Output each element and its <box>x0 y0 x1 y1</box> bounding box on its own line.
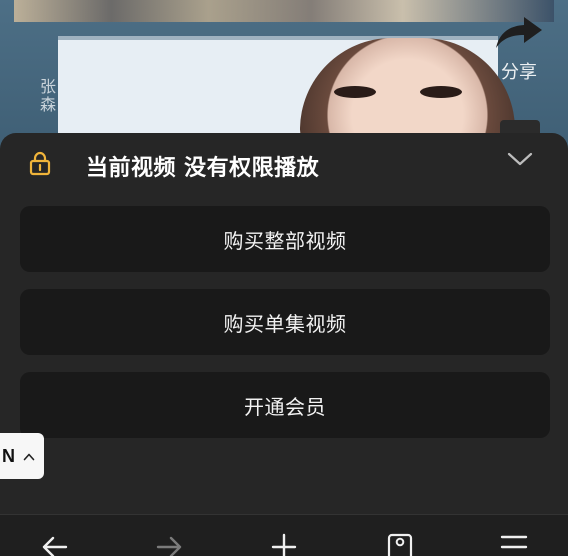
sheet-title: 当前视频 没有权限播放 <box>86 156 320 181</box>
tabs-button[interactable] <box>380 531 420 556</box>
plus-icon <box>270 531 298 556</box>
forward-button[interactable] <box>150 531 190 556</box>
video-player-area[interactable]: 张森 分享 <box>0 0 568 150</box>
open-membership-label: 开通会员 <box>244 394 326 419</box>
poster-eye-right <box>420 86 462 98</box>
poster-eye-left <box>334 86 376 98</box>
poster-top-strip <box>14 0 554 22</box>
menu-button[interactable] <box>494 531 534 556</box>
poster-side-text: 张森 <box>37 78 56 114</box>
menu-icon <box>499 531 529 556</box>
chevron-up-icon <box>23 447 35 466</box>
buy-full-series-label: 购买整部视频 <box>223 228 347 253</box>
back-arrow-icon <box>39 531 69 556</box>
sheet-actions: 购买整部视频 购买单集视频 开通会员 <box>20 206 550 455</box>
open-membership-button[interactable]: 开通会员 <box>20 372 550 438</box>
buy-single-episode-button[interactable]: 购买单集视频 <box>20 289 550 355</box>
tabs-icon <box>386 531 414 556</box>
floating-side-tab[interactable]: N <box>0 433 44 479</box>
nav-items <box>0 531 568 556</box>
collapse-sheet-button[interactable] <box>506 149 534 173</box>
chevron-down-icon <box>507 151 533 171</box>
floating-tab-letter: N <box>2 445 15 466</box>
share-label: 分享 <box>501 62 537 83</box>
share-icon <box>494 14 544 50</box>
buy-single-episode-label: 购买单集视频 <box>223 311 347 336</box>
lock-icon <box>26 149 54 177</box>
forward-arrow-icon <box>155 531 185 556</box>
new-tab-button[interactable] <box>264 531 304 556</box>
screen: 张森 分享 当前视频 没有权限播放 购买整部视频 购买单集视频 开通会员 N <box>0 0 568 556</box>
browser-bottom-nav <box>0 514 568 556</box>
back-button[interactable] <box>34 531 74 556</box>
permission-bottom-sheet: 当前视频 没有权限播放 购买整部视频 购买单集视频 开通会员 <box>0 133 568 556</box>
share-button[interactable]: 分享 <box>492 14 546 86</box>
buy-full-series-button[interactable]: 购买整部视频 <box>20 206 550 272</box>
sheet-header: 当前视频 没有权限播放 <box>0 133 568 191</box>
